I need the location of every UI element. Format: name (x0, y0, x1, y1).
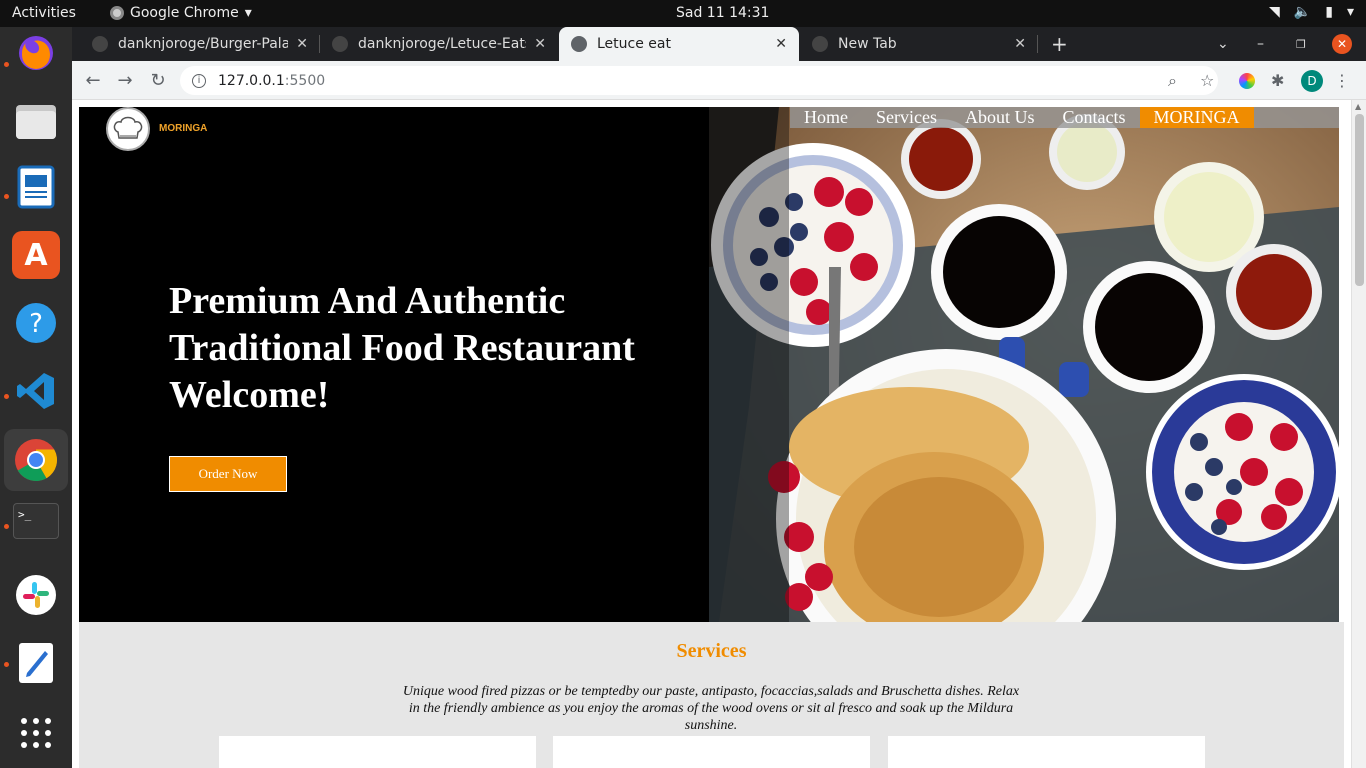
tab-title: New Tab (838, 36, 897, 52)
software-center-icon[interactable]: A (12, 231, 60, 279)
text-editor-icon[interactable] (12, 639, 60, 687)
reload-icon[interactable]: ↻ (147, 70, 169, 92)
hero-title-line: Premium And Authentic (169, 280, 566, 322)
browser-toolbar: ← → ↻ i 127.0.0.1:5500 ⌕ ☆ ✱ D ⋮ (72, 61, 1366, 100)
order-now-button[interactable]: Order Now (169, 456, 287, 492)
tab-title: danknjoroge/Burger-Palace (118, 36, 289, 52)
maximize-icon[interactable]: ❐ (1296, 27, 1306, 61)
nav-moringa[interactable]: MORINGA (1139, 107, 1254, 128)
firefox-icon[interactable] (12, 29, 60, 77)
service-card (888, 736, 1205, 768)
help-icon[interactable]: ? (12, 299, 60, 347)
forward-icon[interactable]: → (114, 70, 136, 92)
chrome-menu-icon[interactable]: ⋮ (1334, 71, 1350, 90)
github-icon (332, 36, 348, 52)
slack-icon[interactable] (12, 571, 60, 619)
chrome-icon (110, 6, 124, 20)
globe-icon (571, 36, 587, 52)
close-icon[interactable]: ✕ (534, 36, 546, 52)
caret-down-icon: ▾ (244, 5, 252, 21)
hero-title: Premium And Authentic Traditional Food R… (169, 278, 729, 419)
close-icon[interactable]: ✕ (775, 36, 787, 52)
svg-text:?: ? (29, 309, 43, 339)
close-window-button[interactable]: ✕ (1332, 27, 1352, 61)
system-top-bar: Activities Google Chrome ▾ Sad 11 14:31 … (0, 0, 1366, 27)
color-extension-icon[interactable] (1239, 73, 1255, 89)
wifi-icon: ◥ (1269, 4, 1280, 20)
close-icon[interactable]: ✕ (1014, 36, 1026, 52)
tab-title: Letuce eat (597, 36, 671, 52)
activities-button[interactable]: Activities (12, 5, 76, 21)
tab-separator (1037, 35, 1038, 53)
chef-hat-icon (113, 116, 143, 139)
extensions-puzzle-icon[interactable]: ✱ (1271, 71, 1284, 90)
scrollbar-thumb[interactable] (1355, 114, 1364, 286)
nav-home[interactable]: Home (790, 107, 862, 128)
profile-avatar[interactable]: D (1301, 70, 1323, 92)
info-icon[interactable]: i (192, 73, 206, 88)
terminal-icon[interactable]: >_ (13, 503, 59, 539)
address-bar[interactable]: i 127.0.0.1:5500 (180, 66, 1218, 95)
running-indicator (4, 524, 9, 529)
page-viewport: MORINGA Home Services About Us Contacts … (72, 100, 1366, 768)
page-scrollbar[interactable]: ▲ (1351, 100, 1366, 768)
system-tray[interactable]: ◥ 🔈 ▮ ▾ (1269, 4, 1354, 20)
running-indicator (4, 662, 9, 667)
scroll-up-icon[interactable]: ▲ (1355, 102, 1361, 111)
site-logo[interactable] (106, 107, 150, 151)
files-icon[interactable] (12, 97, 60, 145)
volume-icon: 🔈 (1293, 4, 1312, 20)
logo-text: MORINGA (159, 123, 208, 134)
show-apps-icon[interactable] (12, 709, 60, 757)
service-card (553, 736, 870, 768)
running-indicator (4, 194, 9, 199)
zoom-icon[interactable]: ⌕ (1168, 71, 1177, 91)
tab-search-icon[interactable]: ⌄ (1217, 27, 1229, 61)
url-host: 127.0.0.1 (218, 72, 285, 89)
tab-letuce-eat[interactable]: Letuce eat ✕ (559, 27, 799, 61)
tab-burger-palace[interactable]: danknjoroge/Burger-Palace ✕ (80, 27, 320, 61)
close-icon: ✕ (1332, 34, 1352, 54)
main-navigation: Home Services About Us Contacts MORINGA (790, 107, 1339, 128)
battery-icon: ▮ (1325, 4, 1333, 20)
nav-contacts[interactable]: Contacts (1049, 107, 1140, 128)
minimize-icon[interactable]: – (1257, 27, 1264, 61)
hero-title-line: Traditional Food Restaurant (169, 327, 635, 369)
services-description: Unique wood fired pizzas or be temptedby… (402, 684, 1020, 733)
tab-letuce-eats[interactable]: danknjoroge/Letuce-Eats ✕ (320, 27, 558, 61)
running-indicator (4, 394, 9, 399)
service-card (219, 736, 536, 768)
vscode-icon[interactable] (12, 367, 60, 415)
bookmark-star-icon[interactable]: ☆ (1200, 71, 1214, 90)
app-menu-label: Google Chrome (130, 5, 239, 21)
hero-title-line: Welcome! (169, 374, 330, 416)
running-indicator (4, 62, 9, 67)
tab-new-tab[interactable]: New Tab ✕ (800, 27, 1038, 61)
writer-icon[interactable] (12, 163, 60, 211)
close-icon[interactable]: ✕ (296, 36, 308, 52)
back-icon[interactable]: ← (82, 70, 104, 92)
clock[interactable]: Sad 11 14:31 (676, 5, 769, 21)
url-port: :5500 (284, 72, 326, 89)
nav-about-us[interactable]: About Us (951, 107, 1049, 128)
nav-services[interactable]: Services (862, 107, 951, 128)
dock: A ? >_ (0, 27, 72, 768)
chrome-dock-icon[interactable] (4, 429, 68, 491)
chrome-icon (812, 36, 828, 52)
hero-section: MORINGA Home Services About Us Contacts … (79, 107, 1339, 622)
tab-title: danknjoroge/Letuce-Eats (358, 36, 527, 52)
new-tab-button[interactable]: + (1051, 27, 1068, 61)
tab-strip: danknjoroge/Burger-Palace ✕ danknjoroge/… (72, 27, 1366, 61)
app-menu[interactable]: Google Chrome ▾ (110, 5, 252, 21)
github-icon (92, 36, 108, 52)
power-menu-icon: ▾ (1346, 4, 1354, 20)
services-heading: Services (676, 640, 747, 662)
breakfast-photo (709, 107, 1339, 622)
